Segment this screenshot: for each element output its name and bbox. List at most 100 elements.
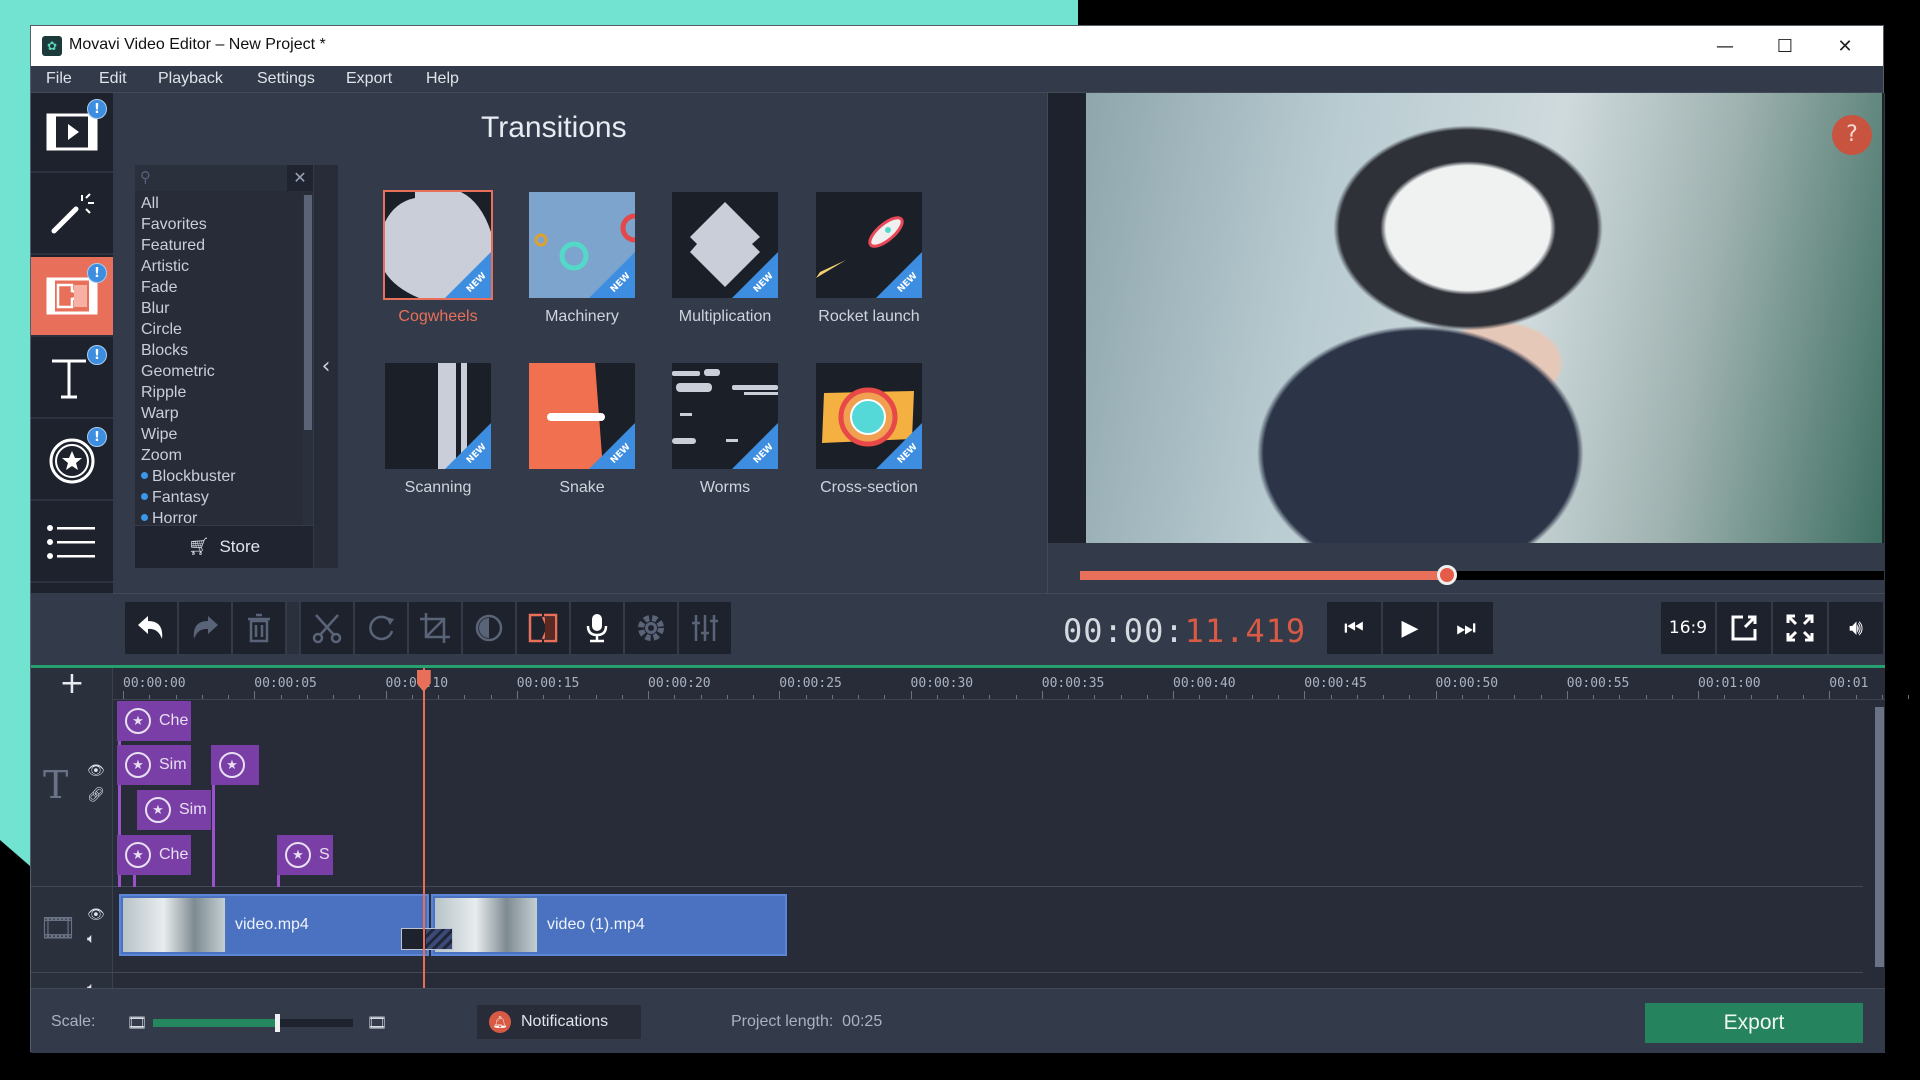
crop-button[interactable] [409,602,461,654]
visibility-eye-icon[interactable]: 👁︎ [87,907,105,923]
volume-button[interactable]: 🔊︎ [1829,602,1883,654]
clear-search-button[interactable]: ✕ [287,165,313,191]
timeline-vertical-scrollbar[interactable] [1874,701,1885,973]
ruler-tick [779,691,781,699]
add-track-button[interactable]: + [31,668,113,700]
collapse-panel-button[interactable]: ‹ [314,165,338,568]
close-button[interactable]: ✕ [1815,26,1875,66]
maximize-button[interactable]: ☐ [1755,26,1815,66]
menu-file[interactable]: File [46,70,72,88]
category-item[interactable]: Blocks [141,342,301,363]
category-item[interactable]: Artistic [141,258,301,279]
category-item[interactable]: Wipe [141,426,301,447]
category-scrollbar[interactable] [303,195,313,525]
category-item[interactable]: Circle [141,321,301,342]
minimize-button[interactable]: — [1695,26,1755,66]
text-track-icon: T [43,763,69,807]
video-preview[interactable]: ? [1048,93,1884,543]
menu-playback[interactable]: Playback [158,70,223,88]
next-frame-button[interactable]: ⏭︎ [1439,602,1493,654]
video-clip[interactable]: video.mp4 [119,894,429,956]
visibility-eye-icon[interactable]: 👁︎ [87,763,105,779]
video-track: video.mp4 video (1).mp4 [113,887,1863,973]
sidebar-item-titles[interactable]: ! [31,339,113,419]
tile-thumbnail: NEW [672,363,778,469]
zoom-in-film-icon[interactable]: 🎞︎ [367,1013,387,1032]
link-icon[interactable]: 🔗︎ [87,787,105,803]
category-item[interactable]: Ripple [141,384,301,405]
transition-tile-snake[interactable]: NEW Snake [529,363,635,497]
title-clip[interactable]: ★ Che [117,701,191,741]
fullscreen-button[interactable] [1773,602,1827,654]
previous-frame-button[interactable]: ⏮︎ [1327,602,1381,654]
category-item[interactable]: Blockbuster [141,468,301,489]
sidebar-item-import-media[interactable]: ! [31,93,113,173]
playhead-line[interactable] [422,668,425,988]
notifications-button[interactable]: 🔔︎ Notifications [477,1005,641,1039]
category-item[interactable]: Featured [141,237,301,258]
audio-equalizer-button[interactable] [679,602,731,654]
export-button[interactable]: Export [1645,1003,1863,1043]
rotate-button[interactable] [355,602,407,654]
detach-preview-button[interactable] [1717,602,1771,654]
mute-speaker-icon[interactable]: 🔈︎ [87,931,95,947]
tile-thumbnail: NEW [383,190,493,300]
transition-tile-rocket-launch[interactable]: NEW Rocket launch [816,192,922,326]
sidebar-item-filters[interactable] [31,175,113,255]
transition-tile-machinery[interactable]: NEW Machinery [529,192,635,326]
sidebar-item-transitions[interactable]: ! [31,257,113,337]
zoom-out-film-icon[interactable]: 🎞︎ [127,1013,147,1032]
transition-tile-worms[interactable]: NEW Worms [672,363,778,497]
app-window: ✿ Movavi Video Editor – New Project * — … [30,25,1909,1053]
playback-progress-bar[interactable] [1080,565,1884,585]
scrollbar-thumb[interactable] [304,195,312,430]
video-clip[interactable]: video (1).mp4 [431,894,787,956]
menu-settings[interactable]: Settings [257,70,315,88]
new-dot-icon [141,514,148,521]
sticker-icon: ★ [219,752,245,778]
category-item[interactable]: Zoom [141,447,301,468]
timeline-scale-slider[interactable] [153,1014,353,1032]
sidebar-item-more-tools[interactable] [31,503,113,583]
play-button[interactable]: ▶︎ [1383,602,1437,654]
title-clip[interactable]: ★ [211,745,259,785]
menu-edit[interactable]: Edit [99,70,127,88]
delete-button[interactable] [233,602,285,654]
color-adjust-button[interactable] [463,602,515,654]
aspect-ratio-button[interactable]: 16:9 [1661,602,1715,654]
scale-handle[interactable] [275,1014,280,1032]
category-item[interactable]: Blur [141,300,301,321]
category-item[interactable]: All [141,195,301,216]
sidebar-item-stickers[interactable]: ! [31,421,113,501]
transition-wizard-button[interactable] [517,602,569,654]
category-item[interactable]: Warp [141,405,301,426]
menu-export[interactable]: Export [346,70,392,88]
title-clip[interactable]: ★ S [277,835,333,875]
undo-button[interactable] [125,602,177,654]
title-clip[interactable]: ★ Sim [117,745,191,785]
store-button[interactable]: 🛒︎ Store [135,526,313,568]
clip-properties-button[interactable] [625,602,677,654]
category-item[interactable]: Fade [141,279,301,300]
help-button[interactable]: ? [1832,115,1872,155]
cut-button[interactable] [301,602,353,654]
category-item[interactable]: Favorites [141,216,301,237]
redo-button[interactable] [179,602,231,654]
time-ruler[interactable]: 00:00:00 00:00:05 00:00:10 00:00:15 00:00:20… [113,668,1909,700]
ruler-tick [1409,695,1411,699]
category-item[interactable]: Geometric [141,363,301,384]
scrollbar-thumb[interactable] [1875,707,1884,967]
category-search-input[interactable]: ⚲ ✕ [135,165,313,191]
category-item[interactable]: Fantasy [141,489,301,510]
transition-tile-cross-section[interactable]: NEW Cross-section [816,363,922,497]
transition-marker[interactable] [401,928,453,950]
transition-tile-cogwheels[interactable]: NEW Cogwheels [383,190,493,326]
tile-label: Worms [699,479,751,496]
title-clip[interactable]: ★ Che [117,835,191,875]
title-clip[interactable]: ★ Sim [137,790,211,830]
transition-tile-multiplication[interactable]: NEW Multiplication [672,192,778,326]
record-voice-button[interactable] [571,602,623,654]
menu-help[interactable]: Help [426,70,459,88]
transition-tile-scanning[interactable]: NEW Scanning [385,363,491,497]
progress-handle[interactable] [1437,565,1458,585]
